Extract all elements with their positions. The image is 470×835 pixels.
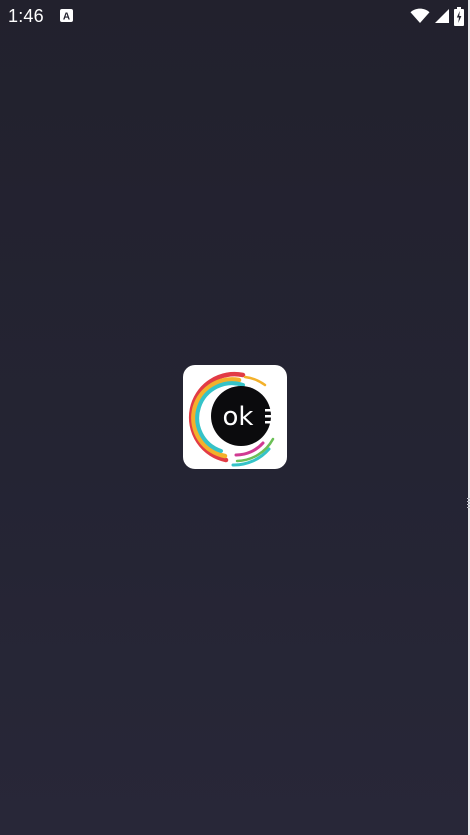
svg-text:A: A	[63, 12, 70, 23]
wifi-icon	[410, 8, 430, 24]
status-bar: 1:46 A	[0, 0, 470, 34]
splash-screen: 1:46 A ok	[0, 0, 470, 835]
app-logo-icon: ok	[188, 371, 275, 467]
app-logo: ok	[183, 365, 287, 469]
status-icons	[410, 6, 464, 26]
text-a-icon: A	[60, 9, 73, 23]
battery-charging-icon	[454, 6, 464, 26]
logo-text: ok	[223, 402, 254, 432]
status-time: 1:46	[8, 6, 44, 26]
signal-icon	[434, 8, 450, 24]
